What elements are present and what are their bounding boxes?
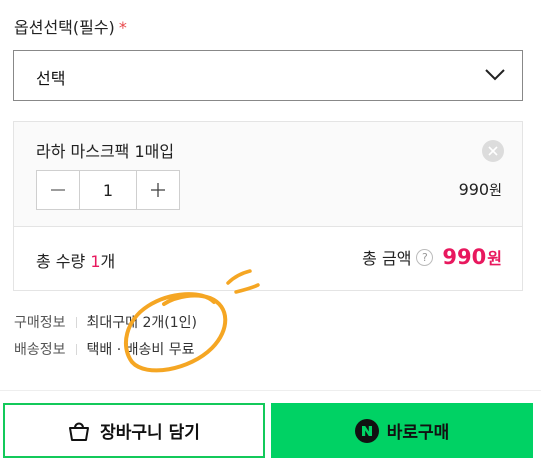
- required-mark: *: [118, 18, 127, 37]
- section-divider: [0, 390, 541, 391]
- total-quantity-label: 총 수량: [36, 252, 86, 271]
- total-amount-unit: 원: [487, 249, 502, 268]
- delivery-info-value: 택배 · 배송비 무료: [86, 342, 195, 358]
- item-name: 라하 마스크팩 1매입: [36, 142, 175, 161]
- buy-now-button[interactable]: 바로구매: [271, 403, 533, 458]
- quantity-stepper: 1: [36, 170, 180, 210]
- shopping-bag-icon: [69, 422, 90, 441]
- add-to-cart-label: 장바구니 담기: [100, 423, 200, 443]
- option-select[interactable]: 선택: [13, 50, 523, 101]
- option-label-text: 옵션선택(필수): [14, 18, 115, 37]
- buy-now-label: 바로구매: [386, 423, 450, 443]
- selected-item-box: 라하 마스크팩 1매입 1 990원: [13, 121, 523, 227]
- plus-icon: [151, 183, 165, 197]
- total-quantity-value: 1: [90, 252, 101, 271]
- naver-n-icon: [354, 418, 379, 443]
- delivery-info-row: 배송정보 택배 · 배송비 무료: [14, 339, 195, 359]
- quantity-increase-button[interactable]: [137, 171, 179, 209]
- chevron-down-icon: [485, 69, 505, 81]
- remove-item-button[interactable]: [482, 140, 504, 162]
- item-price-value: 990: [458, 180, 490, 199]
- minus-icon: [51, 189, 65, 191]
- option-label: 옵션선택(필수) *: [14, 14, 127, 38]
- item-price: 990원: [459, 180, 502, 200]
- question-icon[interactable]: ?: [416, 248, 434, 266]
- purchase-info-value: 최대구매 2개(1인): [86, 315, 197, 331]
- option-select-value: 선택: [36, 69, 66, 88]
- item-price-unit: 원: [489, 183, 502, 199]
- total-summary: 총 수량 1개 총 금액 ? 990 원: [13, 227, 523, 291]
- purchase-info-key: 구매정보: [14, 315, 66, 331]
- total-amount-value: 990: [442, 245, 487, 269]
- info-divider: [75, 343, 77, 355]
- close-icon: [488, 146, 498, 156]
- delivery-info-key: 배송정보: [14, 342, 66, 358]
- quantity-value[interactable]: 1: [79, 171, 137, 209]
- total-quantity: 총 수량 1개: [36, 248, 115, 272]
- total-quantity-unit: 개: [100, 252, 116, 271]
- total-amount: 총 금액 ? 990 원: [362, 245, 502, 269]
- add-to-cart-button[interactable]: 장바구니 담기: [3, 403, 265, 458]
- info-divider: [75, 316, 77, 328]
- quantity-decrease-button[interactable]: [37, 171, 79, 209]
- purchase-info-row: 구매정보 최대구매 2개(1인): [14, 312, 197, 332]
- total-amount-label: 총 금액: [362, 249, 412, 268]
